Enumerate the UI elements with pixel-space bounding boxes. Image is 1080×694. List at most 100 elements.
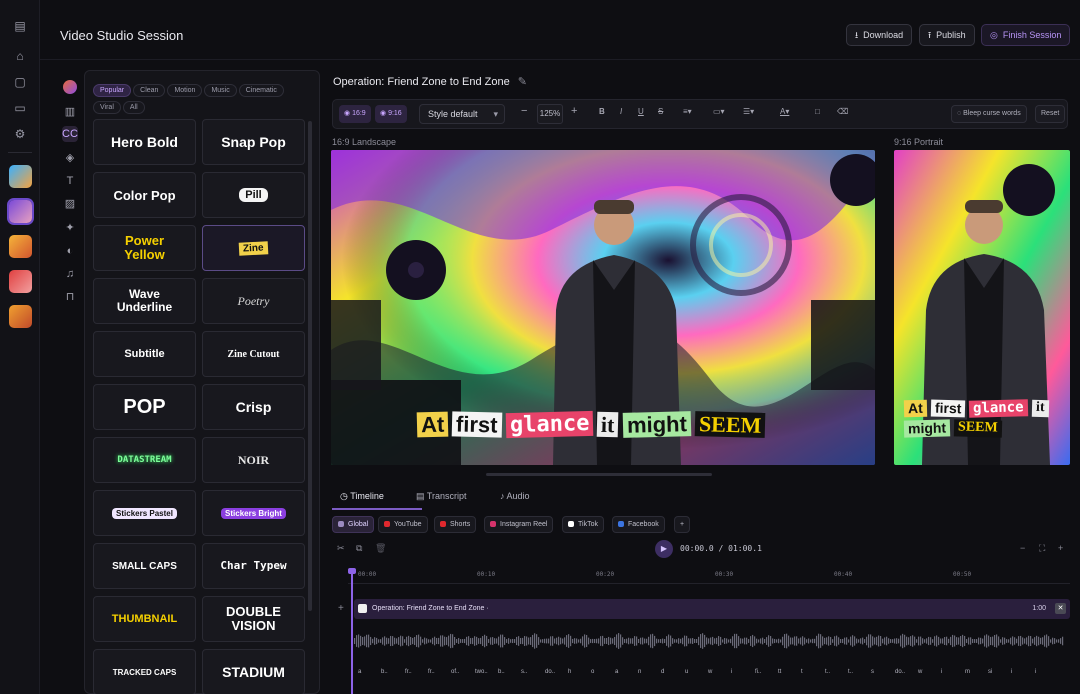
word-chip[interactable]: m: [965, 669, 970, 675]
pencil-icon[interactable]: ✎: [518, 76, 527, 88]
style-select[interactable]: Style default ▾: [419, 104, 505, 124]
word-chip[interactable]: s: [871, 669, 874, 675]
gear-icon[interactable]: ⚙: [12, 126, 28, 142]
crop-icon[interactable]: ⧉: [356, 543, 362, 554]
text-color-icon[interactable]: A▾: [780, 107, 789, 116]
strikethrough-icon[interactable]: S: [658, 107, 663, 116]
image-icon[interactable]: ▨: [62, 196, 78, 212]
avatar[interactable]: [9, 200, 32, 223]
play-button[interactable]: ▶: [655, 540, 673, 558]
landscape-preview[interactable]: At first glance it might SEEM: [331, 150, 875, 465]
word-chip[interactable]: do..: [895, 669, 905, 675]
caption-word[interactable]: At: [416, 411, 449, 438]
playhead[interactable]: [348, 568, 356, 694]
word-chip[interactable]: i: [1011, 669, 1012, 675]
style-tile[interactable]: POP: [93, 384, 196, 430]
caption-track[interactable]: Operation: Friend Zone to End Zone · 1:0…: [354, 599, 1070, 619]
resize-handle[interactable]: [486, 473, 712, 476]
word-chip[interactable]: fr..: [405, 669, 412, 675]
italic-icon[interactable]: I: [620, 107, 622, 116]
eraser-icon[interactable]: ⌫: [837, 107, 848, 116]
finish-session-button[interactable]: ◎ Finish Session: [981, 24, 1071, 46]
brand-orb-icon[interactable]: [63, 80, 77, 94]
word-chip[interactable]: d: [661, 669, 664, 675]
track-checkbox[interactable]: [358, 604, 367, 613]
minus-icon[interactable]: −: [521, 105, 527, 117]
box-icon[interactable]: □: [815, 107, 820, 116]
trash-icon[interactable]: 🗑: [375, 543, 386, 554]
word-chip[interactable]: a: [615, 669, 618, 675]
tab-audio[interactable]: ♪ Audio: [500, 491, 530, 501]
time-ruler[interactable]: 00:00 00:10 00:20 00:30 00:40 00:50: [348, 568, 1070, 584]
layers-icon[interactable]: ◈: [62, 150, 78, 166]
zoom-in-icon[interactable]: +: [1058, 543, 1063, 553]
style-tile[interactable]: Zine: [202, 225, 305, 271]
word-chip[interactable]: w: [918, 669, 922, 675]
caption-word[interactable]: it: [596, 411, 620, 438]
aspect-16-9-toggle[interactable]: ◉ 16:9: [339, 105, 371, 123]
word-chip[interactable]: a: [358, 669, 361, 675]
caption-word[interactable]: might: [622, 411, 691, 438]
word-chip[interactable]: b..: [498, 669, 505, 675]
style-tile[interactable]: Subtitle: [93, 331, 196, 377]
style-tile[interactable]: NOIR: [202, 437, 305, 483]
caption-word[interactable]: might: [903, 419, 951, 437]
text-icon[interactable]: T: [62, 173, 78, 189]
style-tile[interactable]: TRACKED CAPS: [93, 649, 196, 694]
tab-transcript[interactable]: ▤ Transcript: [416, 491, 467, 502]
style-tile[interactable]: Stickers Bright: [202, 490, 305, 536]
word-chip[interactable]: t..: [825, 669, 830, 675]
platform-chip[interactable]: Global: [332, 516, 375, 533]
portrait-preview[interactable]: At first glance it might SEEM: [894, 150, 1070, 465]
aspect-9-16-toggle[interactable]: ◉ 9:16: [375, 105, 407, 123]
download-button[interactable]: ⭳ Download: [846, 24, 913, 46]
platform-chip[interactable]: Instagram Reel: [484, 516, 554, 533]
caption-word[interactable]: glance: [969, 399, 1029, 418]
caption-word[interactable]: it: [1031, 399, 1049, 417]
style-tile[interactable]: Hero Bold: [93, 119, 196, 165]
caption-word[interactable]: first: [930, 399, 966, 418]
close-icon[interactable]: ✕: [1055, 603, 1066, 614]
filter-chip[interactable]: Viral: [93, 101, 121, 114]
cut-icon[interactable]: ✂: [337, 543, 345, 554]
word-chip[interactable]: of..: [451, 669, 459, 675]
platform-chip[interactable]: YouTube: [378, 516, 428, 533]
word-chip[interactable]: o: [591, 669, 594, 675]
bleep-button[interactable]: ◌ Bleep curse words: [951, 105, 1027, 123]
word-chip[interactable]: h: [568, 669, 571, 675]
caption-word[interactable]: SEEM: [694, 411, 766, 439]
avatar[interactable]: [9, 235, 32, 258]
underline-icon[interactable]: U: [638, 107, 644, 116]
filter-chip[interactable]: Clean: [133, 84, 166, 97]
zoom-out-icon[interactable]: −: [1020, 543, 1025, 553]
style-tile[interactable]: Crisp: [202, 384, 305, 430]
audio-waveform[interactable]: [354, 628, 1070, 654]
platform-chip[interactable]: TikTok: [562, 516, 604, 533]
style-tile[interactable]: Char Typew: [202, 543, 305, 589]
style-tile[interactable]: Snap Pop: [202, 119, 305, 165]
word-chip[interactable]: tt: [778, 669, 781, 675]
filter-chip[interactable]: Music: [204, 84, 237, 97]
style-tile[interactable]: Wave Underline: [93, 278, 196, 324]
list-icon[interactable]: ☰▾: [743, 107, 754, 116]
sparkle-icon[interactable]: ✦: [62, 220, 78, 236]
style-tile[interactable]: Zine Cutout: [202, 331, 305, 377]
word-chip[interactable]: fi..: [755, 669, 761, 675]
style-tile[interactable]: THUMBNAIL: [93, 596, 196, 642]
bookmark-icon[interactable]: ⊓: [62, 289, 78, 305]
filter-chip[interactable]: Popular: [93, 84, 132, 97]
style-tile[interactable]: DOUBLE VISION: [202, 596, 305, 642]
filter-chip[interactable]: Cinematic: [238, 84, 284, 97]
style-tile[interactable]: DATASTREAM: [93, 437, 196, 483]
word-chip[interactable]: i: [731, 669, 732, 675]
avatar[interactable]: [9, 305, 32, 328]
plus-icon[interactable]: +: [571, 105, 577, 117]
word-chip[interactable]: t..: [848, 669, 853, 675]
word-chip[interactable]: si: [988, 669, 992, 675]
word-chip[interactable]: n: [638, 669, 641, 675]
tab-timeline[interactable]: ◷ Timeline: [340, 491, 384, 502]
home-icon[interactable]: ⌂: [12, 48, 28, 64]
add-track-icon[interactable]: +: [338, 603, 344, 614]
style-tile[interactable]: Pill: [202, 172, 305, 218]
caption-overlay[interactable]: At first glance it might SEEM: [416, 410, 769, 440]
